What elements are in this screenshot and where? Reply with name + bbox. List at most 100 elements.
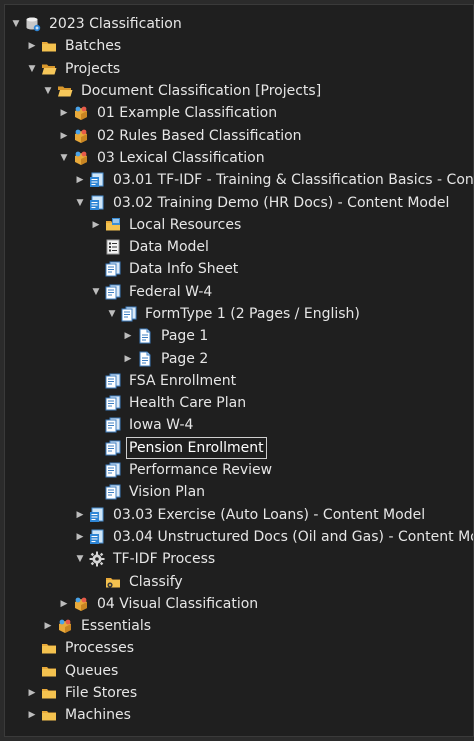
tree-item[interactable]: ▼ Document Classification [Projects] <box>5 80 473 102</box>
expand-arrow-icon[interactable]: ▶ <box>121 348 135 370</box>
toggle-spacer <box>89 481 103 503</box>
database-icon <box>25 16 41 32</box>
tree-item-label: FSA Enrollment <box>129 372 237 389</box>
content-model-icon <box>89 195 105 211</box>
toggle-spacer <box>89 414 103 436</box>
toggle-spacer <box>25 637 39 659</box>
tree-item[interactable]: Classify <box>5 570 473 592</box>
tree-item-label: Machines <box>65 707 131 724</box>
folder-open-icon <box>57 83 73 99</box>
tree-item-label: 01 Example Classification <box>97 105 278 122</box>
tree-item[interactable]: ▶ Page 1 <box>5 325 473 347</box>
page-icon <box>137 328 153 344</box>
collapse-arrow-icon[interactable]: ▼ <box>89 281 103 303</box>
tree-item[interactable]: Vision Plan <box>5 481 473 503</box>
tree-item[interactable]: ▼ 03.02 Training Demo (HR Docs) - Content… <box>5 191 473 213</box>
tree-item[interactable]: ▼ 2023 Classification <box>5 13 473 35</box>
tree-item[interactable]: ▼ FormType 1 (2 Pages / English) <box>5 303 473 325</box>
tree-item[interactable]: ▶ 03.01 TF-IDF - Training & Classificatio… <box>5 169 473 191</box>
tree-item-label: Page 2 <box>161 350 209 367</box>
tree-item[interactable]: ▶ Essentials <box>5 615 473 637</box>
collapse-arrow-icon[interactable]: ▼ <box>73 548 87 570</box>
tree-item[interactable]: ▼ TF-IDF Process <box>5 548 473 570</box>
tree-item[interactable]: Queues <box>5 660 473 682</box>
tree-item-label: Queues <box>65 662 119 679</box>
project-icon <box>57 618 73 634</box>
tree-item[interactable]: ▼ 03 Lexical Classification <box>5 147 473 169</box>
document-stack-icon <box>121 306 137 322</box>
tree-item[interactable]: Iowa W-4 <box>5 414 473 436</box>
tree-item-label: Page 1 <box>161 328 209 345</box>
expand-arrow-icon[interactable]: ▶ <box>57 593 71 615</box>
expand-arrow-icon[interactable]: ▶ <box>73 504 87 526</box>
tree-item[interactable]: ▶ 02 Rules Based Classification <box>5 124 473 146</box>
tree-item[interactable]: ▶ File Stores <box>5 682 473 704</box>
tree-item[interactable]: ▶ Page 2 <box>5 347 473 369</box>
toggle-spacer <box>89 459 103 481</box>
tree-item-label: Pension Enrollment <box>126 436 267 459</box>
document-stack-icon <box>105 417 121 433</box>
project-icon <box>73 128 89 144</box>
tree-item[interactable]: Pension Enrollment <box>5 436 473 459</box>
local-resources-icon <box>105 217 121 233</box>
tree-item[interactable]: ▼ Projects <box>5 58 473 80</box>
collapse-arrow-icon[interactable]: ▼ <box>9 13 23 35</box>
collapse-arrow-icon[interactable]: ▼ <box>73 192 87 214</box>
tree-item[interactable]: ▶ 03.04 Unstructured Docs (Oil and Gas) -… <box>5 526 473 548</box>
tree-item[interactable]: ▶ Batches <box>5 35 473 57</box>
tree-item[interactable]: ▶ 03.03 Exercise (Auto Loans) - Content M… <box>5 504 473 526</box>
toggle-spacer <box>25 660 39 682</box>
tree-item-label: 02 Rules Based Classification <box>97 127 302 144</box>
collapse-arrow-icon[interactable]: ▼ <box>105 303 119 325</box>
expand-arrow-icon[interactable]: ▶ <box>57 102 71 124</box>
expand-arrow-icon[interactable]: ▶ <box>25 35 39 57</box>
collapse-arrow-icon[interactable]: ▼ <box>25 58 39 80</box>
project-tree: ▼ 2023 Classification ▶ Batches ▼ Projects ▼ Do… <box>5 13 473 727</box>
collapse-arrow-icon[interactable]: ▼ <box>57 147 71 169</box>
tree-item[interactable]: ▶ 01 Example Classification <box>5 102 473 124</box>
expand-arrow-icon[interactable]: ▶ <box>73 526 87 548</box>
collapse-arrow-icon[interactable]: ▼ <box>41 80 55 102</box>
expand-arrow-icon[interactable]: ▶ <box>121 325 135 347</box>
expand-arrow-icon[interactable]: ▶ <box>73 169 87 191</box>
tree-item[interactable]: ▶ Machines <box>5 704 473 726</box>
tree-item[interactable]: Data Info Sheet <box>5 258 473 280</box>
tree-item[interactable]: ▶ 04 Visual Classification <box>5 593 473 615</box>
expand-arrow-icon[interactable]: ▶ <box>25 682 39 704</box>
tree-item-label: Essentials <box>81 618 152 635</box>
tree-item[interactable]: FSA Enrollment <box>5 370 473 392</box>
tree-item[interactable]: Processes <box>5 637 473 659</box>
folder-icon <box>41 640 57 656</box>
tree-item-label: Data Model <box>129 239 209 256</box>
folder-process-icon <box>105 574 121 590</box>
tree-item[interactable]: Performance Review <box>5 459 473 481</box>
tree-item-label: 03.04 Unstructured Docs (Oil and Gas) - … <box>113 528 474 545</box>
tree-item-label: 2023 Classification <box>49 16 182 33</box>
project-icon <box>73 596 89 612</box>
gear-icon <box>89 551 105 567</box>
tree-item-label: Data Info Sheet <box>129 261 239 278</box>
expand-arrow-icon[interactable]: ▶ <box>89 214 103 236</box>
tree-item[interactable]: ▶ Local Resources <box>5 214 473 236</box>
expand-arrow-icon[interactable]: ▶ <box>41 615 55 637</box>
expand-arrow-icon[interactable]: ▶ <box>57 125 71 147</box>
toggle-spacer <box>89 392 103 414</box>
document-stack-icon <box>105 440 121 456</box>
project-tree-panel: ▼ 2023 Classification ▶ Batches ▼ Projects ▼ Do… <box>4 4 474 737</box>
tree-item-label: File Stores <box>65 685 138 702</box>
tree-item-label: 04 Visual Classification <box>97 595 259 612</box>
document-stack-icon <box>105 462 121 478</box>
tree-item-label: Local Resources <box>129 216 242 233</box>
tree-item-label: Processes <box>65 640 135 657</box>
folder-icon <box>41 38 57 54</box>
tree-item-label: TF-IDF Process <box>113 551 216 568</box>
expand-arrow-icon[interactable]: ▶ <box>25 704 39 726</box>
tree-item-label: FormType 1 (2 Pages / English) <box>145 306 360 322</box>
tree-item[interactable]: Health Care Plan <box>5 392 473 414</box>
tree-item[interactable]: Data Model <box>5 236 473 258</box>
toggle-spacer <box>89 258 103 280</box>
content-model-icon <box>89 172 105 188</box>
tree-item[interactable]: ▼ Federal W-4 <box>5 281 473 303</box>
data-model-icon <box>105 239 121 255</box>
page-icon <box>137 351 153 367</box>
